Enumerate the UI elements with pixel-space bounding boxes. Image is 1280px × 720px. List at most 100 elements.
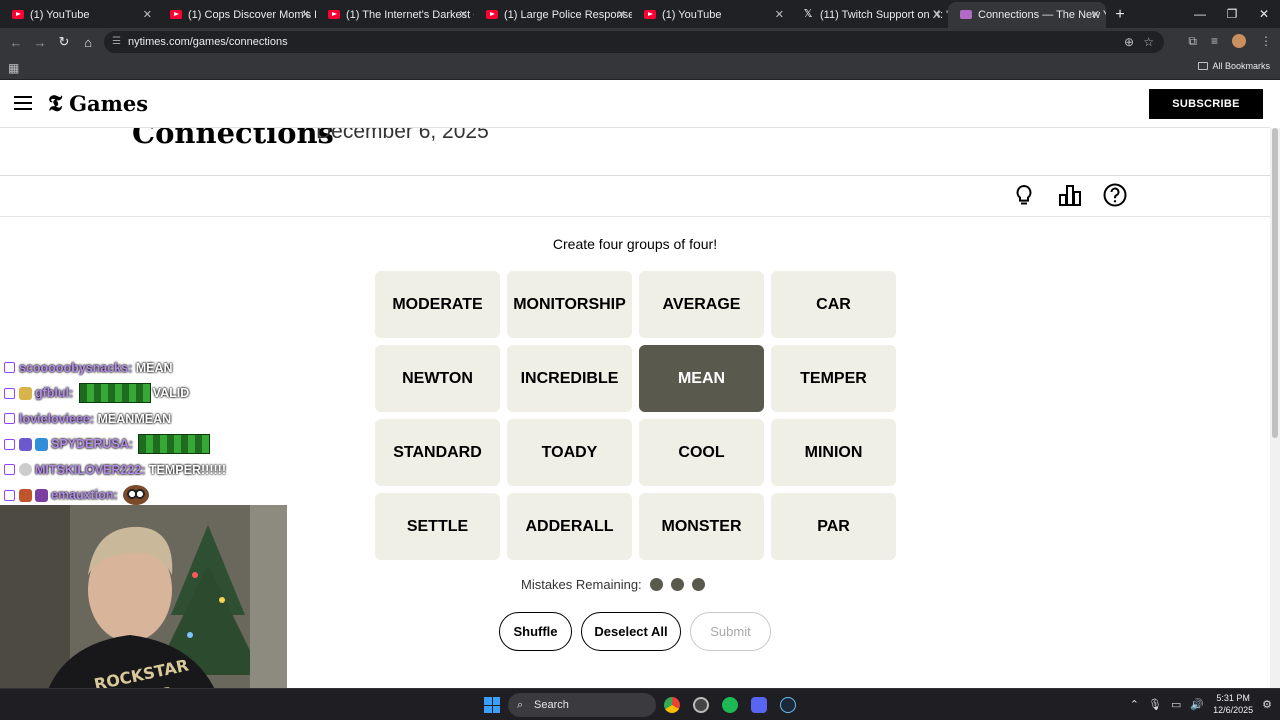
toolbar-actions: ⧉ ≡ ⋮ [1188, 34, 1272, 49]
nyt-games-logo[interactable]: 𝕿 Games [48, 90, 148, 117]
window-controls: — ❐ ✕ [1184, 0, 1280, 28]
close-window-icon[interactable]: ✕ [1248, 0, 1280, 28]
word-card[interactable]: MONITORSHIP [507, 271, 632, 338]
word-card[interactable]: NEWTON [375, 345, 500, 412]
tv-badge-icon [35, 488, 48, 502]
twitch-badge-icon [4, 438, 15, 450]
extensions-icon[interactable]: ⧉ [1188, 34, 1197, 49]
browser-tab[interactable]: (1) YouTube ✕ [0, 2, 158, 28]
word-card[interactable]: STANDARD [375, 419, 500, 486]
browser-tab-active[interactable]: Connections — The New York T✕ [948, 2, 1106, 28]
minimize-icon[interactable]: — [1184, 0, 1216, 28]
stats-icon[interactable] [1057, 182, 1083, 208]
all-bookmarks[interactable]: All Bookmarks [1198, 61, 1270, 71]
forward-icon[interactable]: → [28, 35, 52, 50]
maximize-icon[interactable]: ❐ [1216, 0, 1248, 28]
new-tab-button[interactable]: + [1106, 2, 1134, 28]
browser-tab[interactable]: 𝕏(11) Twitch Support on X: "@Dr✕ [790, 2, 948, 28]
browser-tab[interactable]: (1) The Internet's Darkest Corn✕ [316, 2, 474, 28]
back-icon[interactable]: ← [4, 35, 28, 50]
youtube-icon [12, 10, 24, 19]
youtube-icon [328, 10, 340, 19]
word-card[interactable]: COOL [639, 419, 764, 486]
reload-icon[interactable]: ↻ [52, 34, 76, 50]
word-card-selected[interactable]: MEAN [639, 345, 764, 412]
hamburger-menu-icon[interactable] [14, 96, 32, 110]
tab-strip: (1) YouTube✕ (1) Cops Discover Mom's Hor… [0, 0, 1280, 28]
instructions: Create four groups of four! [552, 236, 718, 252]
word-card[interactable]: TOADY [507, 419, 632, 486]
word-card[interactable]: MODERATE [375, 271, 500, 338]
zoom-icon[interactable]: ⊕ [1124, 31, 1134, 53]
hint-lightbulb-icon[interactable] [1011, 182, 1037, 208]
subscribe-button[interactable]: SUBSCRIBE [1149, 89, 1263, 119]
close-tab-icon[interactable]: ✕ [459, 2, 468, 28]
steam-icon[interactable] [780, 697, 796, 713]
word-card[interactable]: AVERAGE [639, 271, 764, 338]
submit-button[interactable]: Submit [690, 612, 771, 651]
folder-icon [1198, 62, 1209, 70]
youtube-icon [170, 10, 182, 19]
site-info-icon[interactable]: ☰ [112, 31, 121, 53]
close-tab-icon[interactable]: ✕ [1091, 2, 1100, 28]
scrollbar-thumb[interactable] [1272, 128, 1278, 438]
word-card[interactable]: ADDERALL [507, 493, 632, 560]
search-icon: ⌕ [517, 699, 524, 711]
browser-tab[interactable]: (1) Cops Discover Mom's Horrif✕ [158, 2, 316, 28]
page-scrollbar[interactable] [1270, 128, 1280, 688]
sub-badge-icon [19, 488, 32, 502]
browser-tab[interactable]: (1) YouTube ✕ [632, 2, 790, 28]
word-card[interactable]: TEMPER [771, 345, 896, 412]
network-icon[interactable]: ▭ [1171, 698, 1181, 711]
microphone-icon[interactable]: 🎙 [1148, 698, 1162, 711]
clock[interactable]: 5:31 PM 12/6/2025 [1213, 692, 1253, 716]
close-tab-icon[interactable]: ✕ [617, 2, 626, 28]
media-icon[interactable]: ≡ [1211, 34, 1218, 49]
connections-icon [960, 10, 972, 19]
twitch-badge-icon [4, 413, 15, 425]
deselect-all-button[interactable]: Deselect All [581, 612, 681, 651]
bookmark-star-icon[interactable]: ☆ [1143, 31, 1154, 53]
site-header: 𝕿 Games SUBSCRIBE [0, 81, 1270, 128]
word-card[interactable]: INCREDIBLE [507, 345, 632, 412]
youtube-icon [644, 10, 656, 19]
home-icon[interactable]: ⌂ [76, 35, 100, 50]
twitch-badge-icon [4, 387, 15, 399]
shuffle-button[interactable]: Shuffle [499, 612, 572, 651]
sub-badge-icon [19, 437, 32, 451]
stream-chat: scooooobysnacks: MEAN gfblul: VALID lovi… [4, 355, 284, 508]
system-tray: ⌃ 🎙 ▭ 🔊 5:31 PM 12/6/2025 ⚙ [1130, 692, 1272, 716]
word-card[interactable]: PAR [771, 493, 896, 560]
browser-tab[interactable]: (1) Large Police Response to Ar✕ [474, 2, 632, 28]
help-icon[interactable] [1102, 182, 1128, 208]
menu-icon[interactable]: ⋮ [1260, 34, 1272, 49]
spotify-icon[interactable] [722, 697, 738, 713]
address-bar: ← → ↻ ⌂ ☰ nytimes.com/games/connections … [0, 28, 1280, 56]
x-icon: 𝕏 [803, 8, 813, 20]
discord-icon[interactable] [751, 697, 767, 713]
profile-avatar[interactable] [1232, 34, 1246, 48]
url-input[interactable]: ☰ nytimes.com/games/connections ⊕ ☆ [104, 31, 1164, 53]
tray-chevron-icon[interactable]: ⌃ [1130, 698, 1139, 711]
word-card[interactable]: MINION [771, 419, 896, 486]
taskbar-search[interactable]: ⌕ Search [508, 693, 656, 717]
windows-start-icon[interactable] [484, 697, 500, 713]
word-card[interactable]: MONSTER [639, 493, 764, 560]
green-emote-icon [78, 383, 151, 404]
word-card[interactable]: CAR [771, 271, 896, 338]
mistake-dot [649, 578, 663, 591]
obs-icon[interactable] [693, 697, 709, 713]
close-tab-icon[interactable]: ✕ [775, 2, 784, 28]
close-tab-icon[interactable]: ✕ [301, 2, 310, 28]
game-toolbar [0, 177, 1270, 217]
apps-icon[interactable]: ▦ [8, 61, 19, 75]
notification-icon[interactable]: ⚙ [1262, 698, 1272, 711]
chrome-icon[interactable] [664, 697, 680, 713]
word-card[interactable]: SETTLE [375, 493, 500, 560]
mistakes-remaining: Mistakes Remaining: [521, 577, 705, 592]
bookmarks-bar: ▦ All Bookmarks [0, 56, 1280, 80]
close-tab-icon[interactable]: ✕ [933, 2, 942, 28]
volume-icon[interactable]: 🔊 [1190, 698, 1204, 711]
close-tab-icon[interactable]: ✕ [143, 2, 152, 28]
skull-badge-icon [19, 463, 32, 477]
